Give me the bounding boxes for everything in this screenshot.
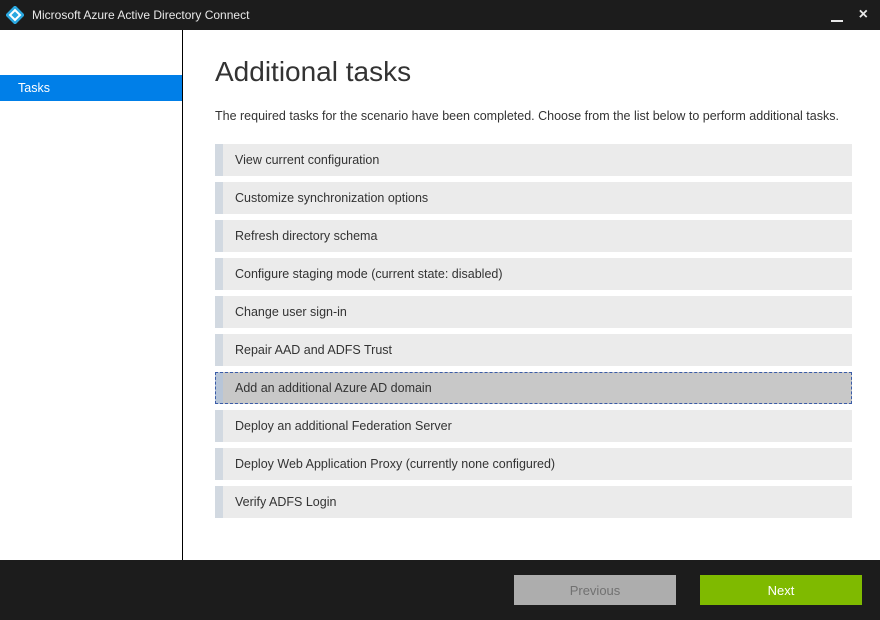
task-label: Add an additional Azure AD domain bbox=[235, 381, 432, 395]
task-label: Refresh directory schema bbox=[235, 229, 377, 243]
task-item-staging-mode[interactable]: Configure staging mode (current state: d… bbox=[215, 258, 852, 290]
sidebar: Tasks bbox=[0, 30, 183, 560]
task-label: Deploy Web Application Proxy (currently … bbox=[235, 457, 555, 471]
window-controls: × bbox=[831, 6, 874, 24]
page-heading: Additional tasks bbox=[215, 56, 852, 88]
app-icon bbox=[6, 6, 24, 24]
minimize-icon[interactable] bbox=[831, 6, 843, 24]
task-list: View current configuration Customize syn… bbox=[215, 144, 852, 518]
titlebar: Microsoft Azure Active Directory Connect… bbox=[0, 0, 880, 30]
task-label: Configure staging mode (current state: d… bbox=[235, 267, 503, 281]
task-accent bbox=[215, 448, 223, 480]
sidebar-item-tasks[interactable]: Tasks bbox=[0, 75, 182, 101]
task-accent bbox=[215, 220, 223, 252]
previous-button: Previous bbox=[514, 575, 676, 605]
task-label: View current configuration bbox=[235, 153, 379, 167]
sidebar-item-label: Tasks bbox=[18, 81, 50, 95]
close-icon[interactable]: × bbox=[859, 7, 868, 23]
page-description: The required tasks for the scenario have… bbox=[215, 108, 852, 126]
task-accent bbox=[215, 296, 223, 328]
task-accent bbox=[215, 144, 223, 176]
task-label: Customize synchronization options bbox=[235, 191, 428, 205]
task-item-refresh-schema[interactable]: Refresh directory schema bbox=[215, 220, 852, 252]
task-label: Repair AAD and ADFS Trust bbox=[235, 343, 392, 357]
task-item-change-signin[interactable]: Change user sign-in bbox=[215, 296, 852, 328]
task-accent bbox=[215, 258, 223, 290]
main-content: Additional tasks The required tasks for … bbox=[183, 30, 880, 560]
task-label: Change user sign-in bbox=[235, 305, 347, 319]
task-accent bbox=[215, 486, 223, 518]
footer: Previous Next bbox=[0, 560, 880, 620]
task-accent bbox=[215, 410, 223, 442]
task-item-deploy-wap[interactable]: Deploy Web Application Proxy (currently … bbox=[215, 448, 852, 480]
task-label: Deploy an additional Federation Server bbox=[235, 419, 452, 433]
task-accent bbox=[215, 334, 223, 366]
task-item-view-config[interactable]: View current configuration bbox=[215, 144, 852, 176]
window-title: Microsoft Azure Active Directory Connect bbox=[32, 8, 831, 22]
task-item-customize-sync[interactable]: Customize synchronization options bbox=[215, 182, 852, 214]
task-accent bbox=[215, 182, 223, 214]
task-item-deploy-federation[interactable]: Deploy an additional Federation Server bbox=[215, 410, 852, 442]
task-label: Verify ADFS Login bbox=[235, 495, 336, 509]
task-item-add-domain[interactable]: Add an additional Azure AD domain bbox=[215, 372, 852, 404]
task-item-verify-adfs[interactable]: Verify ADFS Login bbox=[215, 486, 852, 518]
next-button[interactable]: Next bbox=[700, 575, 862, 605]
task-item-repair-trust[interactable]: Repair AAD and ADFS Trust bbox=[215, 334, 852, 366]
task-accent bbox=[215, 372, 223, 404]
